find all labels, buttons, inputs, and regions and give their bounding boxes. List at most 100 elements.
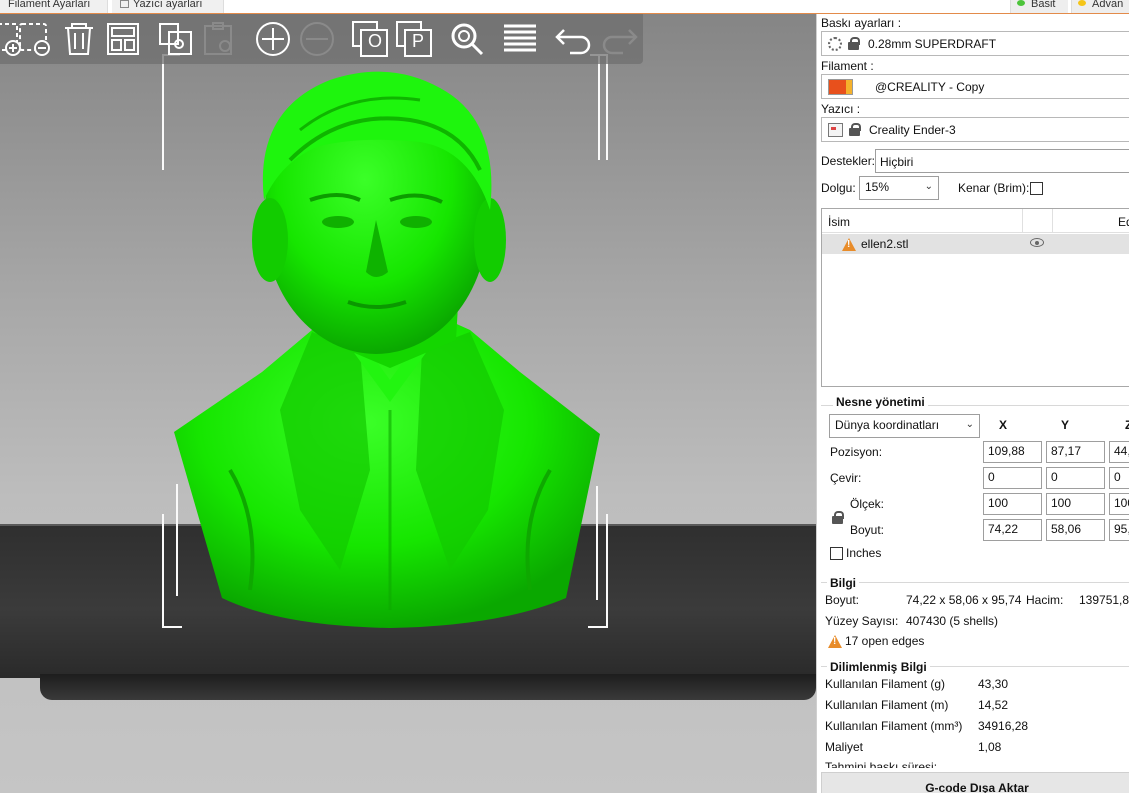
position-label: Pozisyon: (830, 445, 883, 459)
inches-label: Inches (846, 546, 882, 560)
size-label: Boyut: (850, 523, 885, 537)
mode-label: Basit (1031, 0, 1056, 10)
tab-printer-settings[interactable]: Yazıcı ayarları (112, 0, 224, 13)
inches-checkbox[interactable] (830, 547, 843, 560)
axis-y-label: Y (1061, 418, 1070, 432)
sliced-row-value: 34916,28 (978, 719, 1029, 733)
search-icon[interactable] (447, 20, 487, 58)
scale-label: Ölçek: (850, 497, 885, 511)
infill-label: Dolgu: (821, 181, 856, 195)
sliced-row-value: 43,30 (978, 677, 1009, 691)
tab-label: Filament Ayarları (8, 0, 91, 10)
paste-icon[interactable] (200, 20, 240, 58)
filament-color-swatch (828, 78, 853, 95)
mode-label: Advan (1092, 0, 1124, 10)
scale-y-field[interactable]: 100 (1046, 493, 1105, 515)
sliced-row-label: Kullanılan Filament (mm³) (825, 719, 963, 733)
info-facets-label: Yüzey Sayısı: (825, 614, 899, 628)
add-instance-icon[interactable] (253, 20, 293, 58)
tab-label: Yazıcı ayarları (133, 0, 203, 10)
info-size-value: 74,22 x 58,06 x 95,74 (906, 593, 1022, 607)
eye-pupil (1035, 241, 1039, 245)
object-list[interactable]: İsim Ed ellen2.stl (821, 208, 1129, 387)
copy-icon[interactable] (156, 20, 196, 58)
delete-all-icon[interactable] (59, 20, 99, 58)
list-item[interactable]: ellen2.stl (822, 234, 1129, 254)
sliced-row-value: 1,08 (978, 740, 1002, 754)
filament-value: @CREALITY - Copy (875, 79, 985, 94)
brim-checkbox[interactable] (1030, 182, 1043, 195)
settings-tabs: Filament Ayarları Yazıcı ayarları Basit … (0, 0, 1129, 14)
split-objects-letter: O (368, 31, 383, 51)
chevron-down-icon: ⌄ (924, 181, 933, 192)
split-parts-letter: P (412, 31, 425, 51)
info-volume-value: 139751,89 (1079, 593, 1129, 607)
column-divider (1052, 209, 1053, 232)
tab-filament-settings[interactable]: Filament Ayarları (0, 0, 108, 13)
supports-select[interactable]: Hiçbiri (875, 149, 1129, 173)
info-warning-text: 17 open edges (845, 634, 925, 648)
filament-label: Filament : (821, 59, 874, 73)
rotate-y-field[interactable]: 0 (1046, 467, 1105, 489)
scale-lock-icon[interactable] (832, 511, 844, 524)
sliced-row-value: 14,52 (978, 698, 1009, 712)
print-bed-base (40, 674, 816, 700)
warning-icon (828, 635, 842, 648)
brim-label: Kenar (Brim): (958, 181, 1030, 195)
coordinate-system-value: Dünya koordinatları (835, 418, 940, 432)
printer-combo[interactable]: Creality Ender-3 (821, 117, 1129, 142)
sliced-row-label: Kullanılan Filament (g) (825, 677, 946, 691)
column-edit[interactable]: Ed (1118, 215, 1129, 229)
redo-icon[interactable] (600, 20, 640, 58)
3d-viewport[interactable]: O P (0, 14, 816, 793)
sliced-row-label: Maliyet (825, 740, 864, 754)
scale-z-field[interactable]: 100 (1109, 493, 1129, 515)
printer-icon (120, 0, 129, 8)
remove-instance-icon[interactable] (297, 20, 337, 58)
print-settings-combo[interactable]: 0.28mm SUPERDRAFT (821, 31, 1129, 56)
export-gcode-button[interactable]: G-code Dışa Aktar (821, 772, 1129, 793)
printer-value: Creality Ender-3 (869, 122, 956, 137)
lock-icon (849, 123, 861, 136)
undo-icon[interactable] (553, 20, 593, 58)
object-name: ellen2.stl (861, 237, 909, 251)
settings-sidebar: Baskı ayarları : 0.28mm SUPERDRAFT Filam… (816, 14, 1129, 793)
column-name[interactable]: İsim (828, 215, 850, 229)
axis-x-label: X (999, 418, 1008, 432)
position-y-field[interactable]: 87,17 (1046, 441, 1105, 463)
layers-icon[interactable] (500, 20, 540, 58)
infill-select[interactable]: 15% ⌄ (859, 176, 939, 200)
object-list-header: İsim Ed (822, 209, 1129, 233)
sliced-row-label: Kullanılan Filament (m) (825, 698, 949, 712)
chevron-down-icon: ⌄ (965, 419, 974, 430)
mode-basic-button[interactable]: Basit (1010, 0, 1068, 13)
rotate-x-field[interactable]: 0 (983, 467, 1042, 489)
scale-x-field[interactable]: 100 (983, 493, 1042, 515)
split-parts-icon[interactable]: P (394, 20, 434, 58)
position-x-field[interactable]: 109,88 (983, 441, 1042, 463)
mode-basic-dot-icon (1017, 0, 1025, 6)
lock-icon (848, 37, 860, 50)
sliced-row-label: Tahmini baskı süresi: (825, 760, 938, 768)
rotate-z-field[interactable]: 0 (1109, 467, 1129, 489)
rotate-label: Çevir: (830, 471, 862, 485)
delete-icon[interactable] (15, 20, 55, 58)
model-bust[interactable] (170, 50, 610, 630)
info-facets-value: 407430 (5 shells) (906, 614, 999, 628)
gear-icon (828, 36, 842, 51)
info-size-label: Boyut: (825, 593, 860, 607)
position-z-field[interactable]: 44, (1109, 441, 1129, 463)
size-y-field[interactable]: 58,06 (1046, 519, 1105, 541)
split-objects-icon[interactable]: O (350, 20, 390, 58)
coordinate-system-select[interactable]: Dünya koordinatları ⌄ (829, 414, 980, 438)
arrange-icon[interactable] (103, 20, 143, 58)
filament-combo[interactable]: @CREALITY - Copy (821, 74, 1129, 99)
warning-icon (842, 238, 856, 251)
printer-icon (828, 122, 843, 137)
size-z-field[interactable]: 95, (1109, 519, 1129, 541)
info-title: Bilgi (827, 576, 859, 590)
size-x-field[interactable]: 74,22 (983, 519, 1042, 541)
app-window: Filament Ayarları Yazıcı ayarları Basit … (0, 0, 1129, 793)
manipulation-title: Nesne yönetimi (833, 395, 928, 409)
mode-advanced-button[interactable]: Advan (1071, 0, 1129, 13)
